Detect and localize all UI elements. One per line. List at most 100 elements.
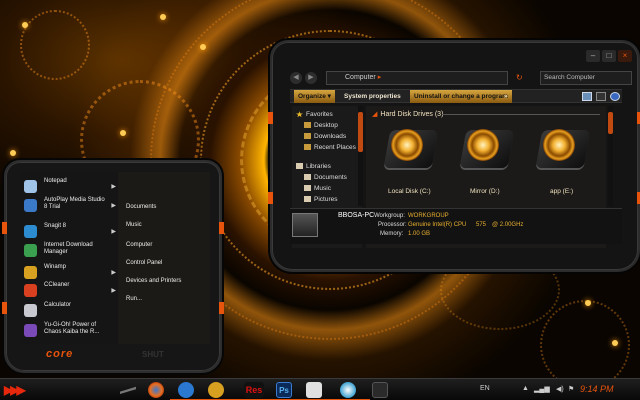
view-options-icon[interactable]: [582, 92, 592, 101]
place-music[interactable]: Music: [126, 222, 142, 228]
clock[interactable]: 9:14 PM: [580, 384, 614, 394]
place-computer[interactable]: Computer: [126, 242, 152, 248]
details-pane: BBOSA-PC Workgroup: WORKGROUP Processor:…: [290, 208, 622, 244]
disk-platter-icon: [467, 129, 499, 161]
frame-accent: [219, 222, 224, 234]
network-icon[interactable]: ▂▄▆: [534, 385, 550, 393]
place-documents[interactable]: Documents: [126, 204, 156, 210]
flag-icon[interactable]: ⚑: [568, 385, 574, 393]
help-icon[interactable]: [610, 92, 620, 101]
address-text: Computer: [345, 74, 376, 81]
calculator-icon: [24, 304, 37, 317]
section-divider: [442, 114, 600, 115]
wallpaper-light: [585, 300, 591, 306]
language-indicator[interactable]: EN: [480, 385, 490, 392]
program-item-idm[interactable]: Internet Download Manager: [24, 242, 116, 260]
downloads-icon: [304, 133, 311, 140]
breadcrumb-chevron-icon[interactable]: ▸: [378, 74, 382, 81]
collapse-arrow-icon[interactable]: ◢: [372, 111, 377, 118]
wallpaper-ring: [20, 10, 90, 80]
address-row: ◀ ▶ Computer ▸ ↻ Search Computer: [290, 71, 632, 85]
nav-scrollbar-thumb[interactable]: [358, 112, 363, 152]
app-window-icon[interactable]: [372, 382, 388, 398]
content-scrollbar[interactable]: [608, 106, 613, 206]
address-bar[interactable]: Computer ▸: [326, 71, 508, 85]
content-scrollbar-thumb[interactable]: [608, 112, 613, 134]
nav-item-desktop[interactable]: Desktop: [304, 121, 338, 131]
preview-pane-icon[interactable]: [596, 92, 606, 101]
nav-item-favorites[interactable]: Favorites: [296, 110, 333, 120]
yugioh-icon: [24, 324, 37, 337]
more-commands-button[interactable]: »: [504, 90, 508, 103]
refresh-icon[interactable]: ↻: [516, 72, 526, 84]
nav-item-pictures[interactable]: Pictures: [304, 195, 337, 205]
workgroup-value: WORKGROUP: [408, 213, 449, 219]
disk-platter-icon: [543, 129, 575, 161]
volume-icon[interactable]: ◀): [556, 385, 564, 393]
drive-label[interactable]: app (E:): [550, 188, 573, 195]
disk-platter-icon: [391, 129, 423, 161]
organize-button[interactable]: Organize ▾: [294, 90, 335, 103]
submenu-arrow-icon: ▶: [111, 270, 116, 276]
forward-button[interactable]: ▶: [305, 72, 317, 84]
snagit-icon: [24, 225, 37, 238]
system-properties-button[interactable]: System properties: [344, 90, 401, 103]
start-button[interactable]: ▶▶▶: [4, 384, 26, 396]
frame-accent: [219, 302, 224, 314]
globe-icon[interactable]: [340, 382, 356, 398]
place-devices-printers[interactable]: Devices and Printers: [126, 278, 181, 284]
uninstall-program-button[interactable]: Uninstall or change a program: [410, 90, 512, 103]
idm-icon: [24, 244, 37, 257]
desktop-icon: [304, 122, 311, 129]
media-player-icon[interactable]: [178, 382, 194, 398]
section-header[interactable]: ◢ Hard Disk Drives (3): [372, 110, 443, 118]
computer-icon: [292, 213, 318, 237]
explorer-window[interactable]: – □ × ◀ ▶ Computer ▸ ↻ Search Computer O…: [268, 40, 640, 272]
photoshop-icon[interactable]: Ps: [276, 382, 292, 398]
firefox-icon[interactable]: [148, 382, 164, 398]
program-item-notepad[interactable]: Notepad ▶: [24, 178, 116, 196]
drive-label[interactable]: Mirror (D:): [470, 188, 500, 195]
program-item-ccleaner[interactable]: CCleaner ▶: [24, 282, 116, 300]
minimize-button[interactable]: –: [586, 50, 600, 62]
workgroup-label: Workgroup:: [374, 213, 405, 219]
show-hidden-icons-icon[interactable]: ▲: [522, 385, 529, 392]
shutdown-button[interactable]: SHUT: [142, 350, 164, 359]
drive-c[interactable]: [378, 126, 444, 190]
place-run[interactable]: Run...: [126, 296, 142, 302]
autoplay-icon: [24, 199, 37, 212]
nav-item-downloads[interactable]: Downloads: [304, 132, 346, 142]
nav-item-documents[interactable]: Documents: [304, 173, 347, 183]
search-input[interactable]: Search Computer: [540, 71, 632, 85]
nav-scrollbar[interactable]: [358, 106, 363, 206]
program-item-winamp[interactable]: Winamp ▶: [24, 264, 116, 282]
program-list: Notepad ▶ AutoPlay Media Studio 8 Trial …: [20, 172, 118, 344]
plane-icon[interactable]: [120, 386, 136, 394]
program-item-calculator[interactable]: Calculator: [24, 302, 116, 320]
documents-icon: [304, 174, 311, 181]
submenu-arrow-icon: ▶: [111, 288, 116, 294]
frame-accent: [268, 192, 273, 204]
wallpaper-light: [120, 130, 126, 136]
program-item-yugioh[interactable]: Yu-Gi-Oh! Power of Chaos Kaiba the R...: [24, 322, 116, 340]
nav-item-libraries[interactable]: Libraries: [296, 162, 331, 172]
ccleaner-icon: [24, 284, 37, 297]
notepad-icon[interactable]: [306, 382, 322, 398]
music-icon: [304, 185, 311, 192]
drive-label[interactable]: Local Disk (C:): [388, 188, 431, 195]
back-button[interactable]: ◀: [290, 72, 302, 84]
program-item-autoplay[interactable]: AutoPlay Media Studio 8 Trial ▶: [24, 197, 116, 215]
explorer-titlebar[interactable]: – □ ×: [286, 50, 632, 64]
winamp-icon[interactable]: [208, 382, 224, 398]
close-button[interactable]: ×: [618, 50, 632, 62]
frame-accent: [2, 302, 7, 314]
place-control-panel[interactable]: Control Panel: [126, 260, 162, 266]
drive-d[interactable]: [454, 126, 520, 190]
drive-e[interactable]: [530, 126, 596, 190]
maximize-button[interactable]: □: [602, 50, 616, 62]
program-item-snagit[interactable]: Snagit 8 ▶: [24, 223, 116, 241]
nav-item-music[interactable]: Music: [304, 184, 331, 194]
start-menu: Notepad ▶ AutoPlay Media Studio 8 Trial …: [2, 160, 224, 373]
nav-item-recent-places[interactable]: Recent Places: [304, 143, 356, 153]
reshacker-icon[interactable]: Res: [244, 382, 264, 398]
